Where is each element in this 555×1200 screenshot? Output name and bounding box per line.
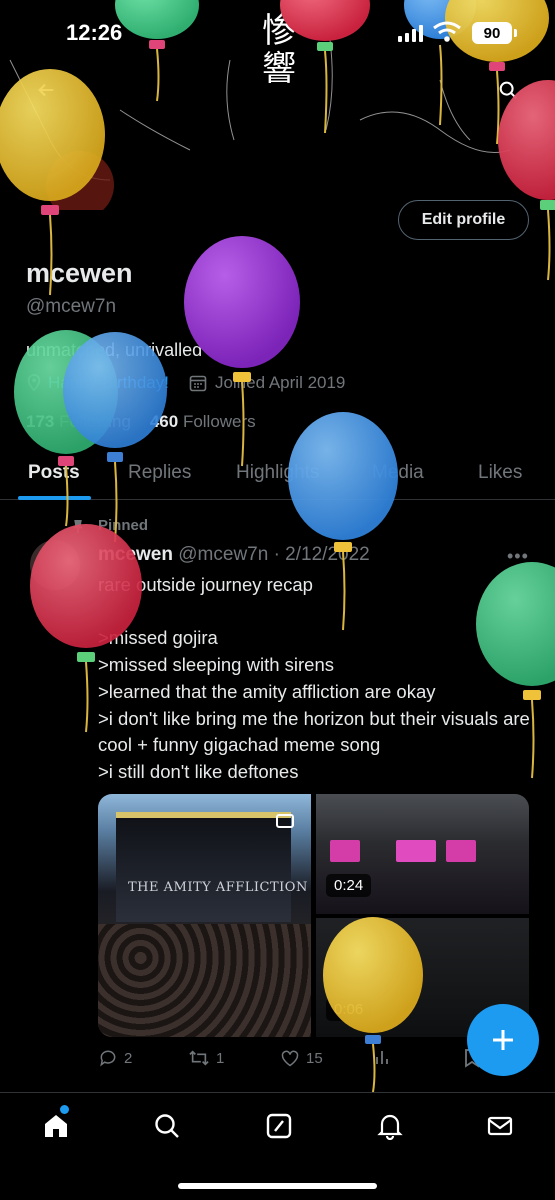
following-count: 173 <box>26 412 55 431</box>
media-video-1[interactable]: 0:24 <box>316 794 529 914</box>
image-icon <box>276 814 294 828</box>
tab-posts[interactable]: Posts <box>28 462 80 484</box>
post-avatar[interactable] <box>30 540 80 590</box>
post-text: rare outside journey recap >missed gojir… <box>98 574 530 782</box>
bell-icon <box>377 1114 403 1140</box>
birthday-link[interactable]: Happy Birthday! <box>48 373 169 393</box>
tab-highlights[interactable]: Highlights <box>236 462 319 484</box>
crowd-image <box>98 924 311 1037</box>
display-name: mcewen <box>26 258 133 288</box>
like-count: 15 <box>306 1049 323 1067</box>
battery-indicator: 90 <box>472 22 517 44</box>
wifi-icon <box>433 21 461 42</box>
following-label: Following <box>59 412 131 431</box>
video-duration: 0:06 <box>326 998 372 1021</box>
back-button[interactable] <box>28 72 64 108</box>
profile-bio: unmatched, unrivalled <box>26 340 203 360</box>
profile-handle: @mcew7n <box>26 296 117 317</box>
following-link[interactable]: 173 Following <box>26 412 131 431</box>
pinned-label: Pinned <box>73 517 149 534</box>
stage-screen <box>330 840 360 862</box>
tab-replies[interactable]: Replies <box>128 462 191 484</box>
followers-link[interactable]: 460 Followers <box>150 412 256 431</box>
plus-icon <box>493 1030 513 1050</box>
compose-post-button[interactable] <box>467 1004 539 1076</box>
pin-icon <box>73 519 83 534</box>
pinned-text: Pinned <box>98 517 149 534</box>
nav-grok[interactable] <box>262 1109 296 1143</box>
media-photo[interactable]: THE AMITY AFFLICTION <box>98 794 311 1037</box>
arrow-left-icon <box>38 83 54 97</box>
repost-icon <box>189 1050 209 1066</box>
stage-banner-text: THE AMITY AFFLICTION <box>128 880 308 895</box>
stage-image <box>116 812 291 922</box>
follow-stats: 173 Following 460 Followers <box>26 412 256 432</box>
post-header: mcewen @mcew7n · 2/12/2022 <box>98 544 370 566</box>
views-button[interactable] <box>374 1048 392 1066</box>
nav-search[interactable] <box>150 1109 184 1143</box>
location-pin-icon <box>27 374 41 392</box>
mail-icon <box>487 1116 513 1136</box>
nav-messages[interactable] <box>483 1109 517 1143</box>
home-indicator <box>178 1183 377 1189</box>
reply-icon <box>100 1050 116 1067</box>
notification-dot <box>60 1105 69 1114</box>
like-button[interactable]: 15 <box>280 1048 323 1068</box>
views-icon <box>376 1051 388 1064</box>
repost-count: 1 <box>216 1049 225 1067</box>
search-icon <box>499 81 517 99</box>
profile-meta: Happy Birthday! Joined April 2019 <box>26 373 345 393</box>
stage-screen <box>396 840 436 862</box>
tab-media[interactable]: Media <box>372 462 424 484</box>
profile-tabs: Posts Replies Highlights Media Likes <box>0 450 555 500</box>
active-tab-indicator <box>18 496 91 500</box>
edit-profile-button[interactable]: Edit profile <box>398 200 529 240</box>
more-options-icon[interactable]: ••• <box>507 546 529 567</box>
reply-button[interactable]: 2 <box>98 1048 132 1068</box>
stage-screen <box>446 840 476 862</box>
post-author[interactable]: mcewen <box>98 544 173 565</box>
compose-grok-icon <box>266 1113 292 1139</box>
cellular-signal-icon <box>398 24 423 42</box>
repost-button[interactable]: 1 <box>188 1048 224 1068</box>
video-duration: 0:24 <box>326 874 372 897</box>
balloon-blue-left <box>63 332 167 543</box>
status-time: 12:26 <box>66 20 123 45</box>
calendar-icon <box>189 375 207 392</box>
nav-notifications[interactable] <box>373 1109 407 1143</box>
post-handle-date: @mcew7n · 2/12/2022 <box>178 544 370 565</box>
post-media-grid: THE AMITY AFFLICTION 0:24 0:06 <box>98 794 529 1037</box>
profile-search-button[interactable] <box>490 72 526 108</box>
reply-count: 2 <box>124 1049 133 1067</box>
nav-home[interactable] <box>39 1109 73 1143</box>
tab-likes[interactable]: Likes <box>478 462 522 484</box>
home-icon <box>45 1115 67 1137</box>
like-icon <box>281 1050 299 1067</box>
followers-label: Followers <box>182 412 256 431</box>
joined-date: Joined April 2019 <box>214 373 346 392</box>
search-icon <box>155 1114 179 1138</box>
followers-count: 460 <box>149 412 179 431</box>
status-bar: 12:26 90 <box>0 0 555 70</box>
